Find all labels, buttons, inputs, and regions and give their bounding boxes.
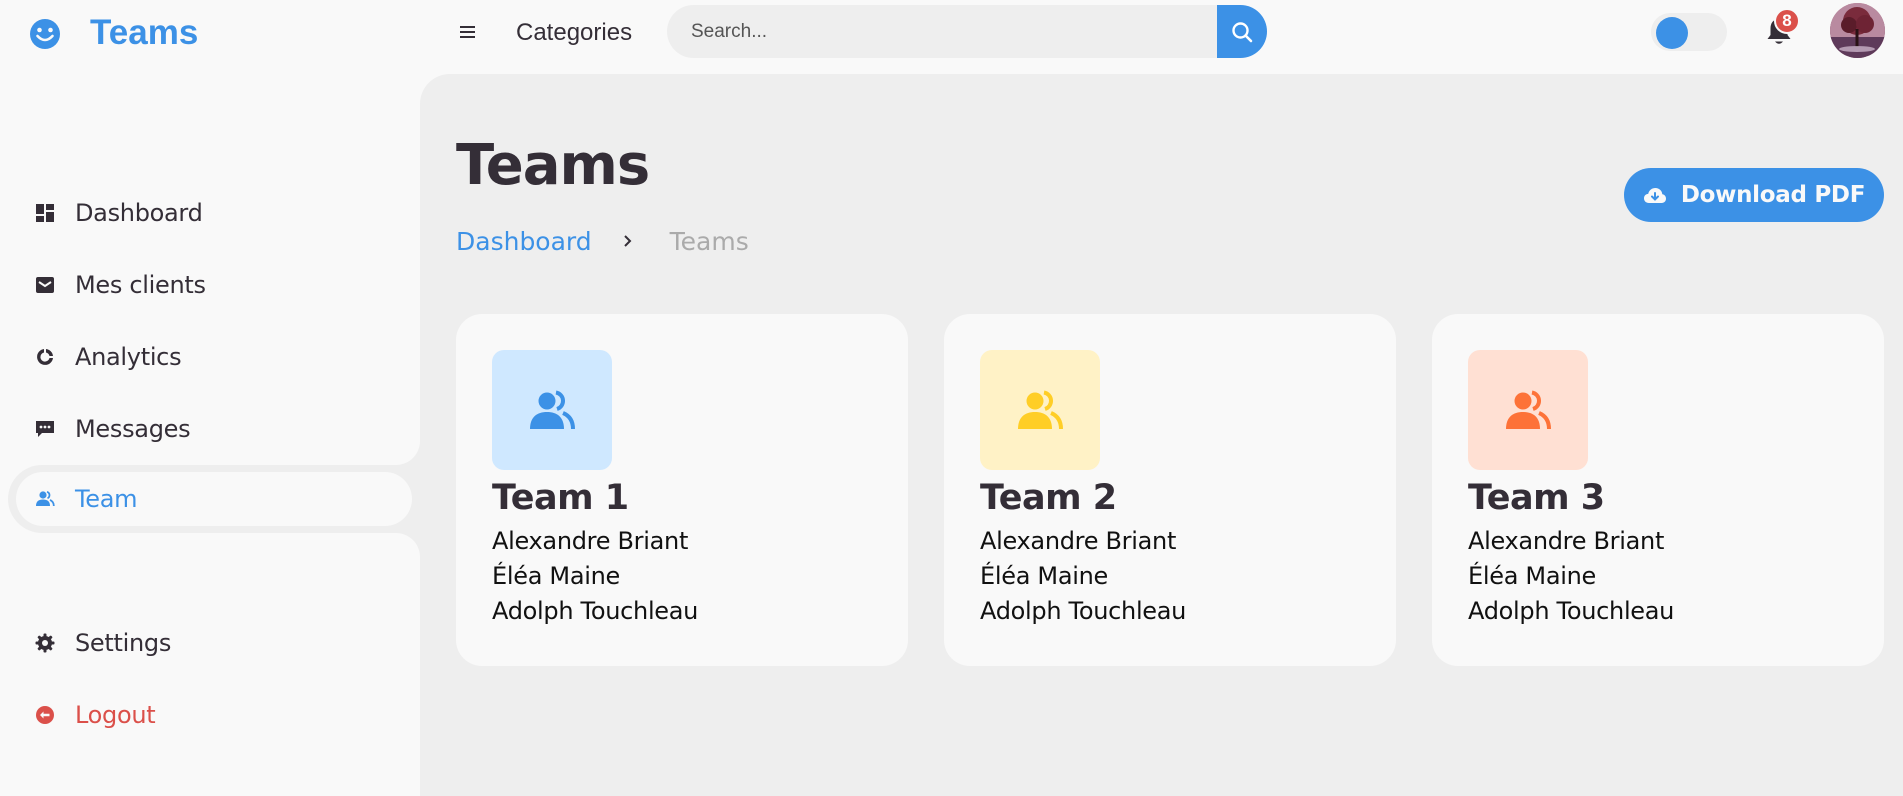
search-input[interactable] [667,5,1217,58]
breadcrumb-current: Teams [669,226,749,256]
team-member: Adolph Touchleau [492,597,699,625]
breadcrumb-dashboard-link[interactable]: Dashboard [456,227,592,256]
categories-link[interactable]: Categories [516,18,632,48]
sidebar-item-messages[interactable]: Messages [0,399,420,459]
sidebar-item-label: Messages [75,415,191,443]
team-members-list: Alexandre Briant Éléa Maine Adolph Touch… [492,524,698,629]
sidebar-item-label: Analytics [75,343,182,371]
message-dots-icon [34,418,56,440]
sidebar-item-label: Dashboard [75,199,203,227]
search-form [667,5,1267,58]
team-members-list: Alexandre Briant Éléa Maine Adolph Touch… [1468,524,1674,629]
sidebar-item-dashboard[interactable]: Dashboard [0,183,420,243]
team-member: Adolph Touchleau [980,597,1187,625]
menu-toggle-icon[interactable] [456,20,480,44]
sidebar: Dashboard Mes clients Analytics Messages… [0,66,420,796]
sidebar-item-logout[interactable]: Logout [0,685,420,745]
doughnut-chart-icon [34,346,56,368]
breadcrumb: Dashboard Teams [456,226,749,256]
active-curve-top [380,425,420,465]
group-icon [34,488,56,510]
group-icon [1468,350,1588,470]
team-member: Alexandre Briant [492,527,689,555]
team-name: Team 1 [492,478,629,518]
team-member: Adolph Touchleau [1468,597,1675,625]
cloud-download-icon [1643,188,1666,203]
group-icon [980,350,1100,470]
switch-knob [1656,17,1688,49]
smile-icon [28,17,62,51]
team-member: Éléa Maine [492,562,620,590]
team-name: Team 3 [1468,478,1605,518]
team-card[interactable]: Team 1 Alexandre Briant Éléa Maine Adolp… [456,314,908,666]
search-icon [1232,21,1253,42]
team-member: Éléa Maine [980,562,1108,590]
team-member: Alexandre Briant [1468,527,1665,555]
sidebar-item-mes-clients[interactable]: Mes clients [0,255,420,315]
brand-name[interactable]: Teams [90,10,198,56]
sidebar-item-settings[interactable]: Settings [0,613,420,673]
profile-avatar[interactable] [1830,3,1885,58]
notification-count-badge: 8 [1774,8,1800,34]
download-pdf-button[interactable]: Download PDF [1624,168,1884,222]
team-member: Alexandre Briant [980,527,1177,555]
active-curve-bottom [380,533,420,573]
team-members-list: Alexandre Briant Éléa Maine Adolph Touch… [980,524,1186,629]
chevron-right-icon [622,229,634,253]
cog-icon [34,632,56,654]
group-icon [492,350,612,470]
sidebar-item-label: Logout [75,701,156,729]
download-pdf-label: Download PDF [1680,182,1866,208]
top-navbar: Teams Categories 8 [0,0,1903,66]
dashboard-icon [34,202,56,224]
dark-mode-switch[interactable] [1651,13,1727,51]
store-icon [34,274,56,296]
logout-icon [34,704,56,726]
search-button[interactable] [1217,5,1267,58]
sidebar-item-analytics[interactable]: Analytics [0,327,420,387]
team-member: Éléa Maine [1468,562,1596,590]
sidebar-item-label: Settings [75,629,172,657]
team-name: Team 2 [980,478,1117,518]
team-card[interactable]: Team 2 Alexandre Briant Éléa Maine Adolp… [944,314,1396,666]
sidebar-item-label: Mes clients [75,271,206,299]
sidebar-item-label: Team [75,485,138,513]
main-content: Teams Dashboard Teams Download PDF Team … [420,74,1903,796]
team-card[interactable]: Team 3 Alexandre Briant Éléa Maine Adolp… [1432,314,1884,666]
sidebar-item-team[interactable]: Team [0,469,420,529]
page-title: Teams [456,133,650,198]
